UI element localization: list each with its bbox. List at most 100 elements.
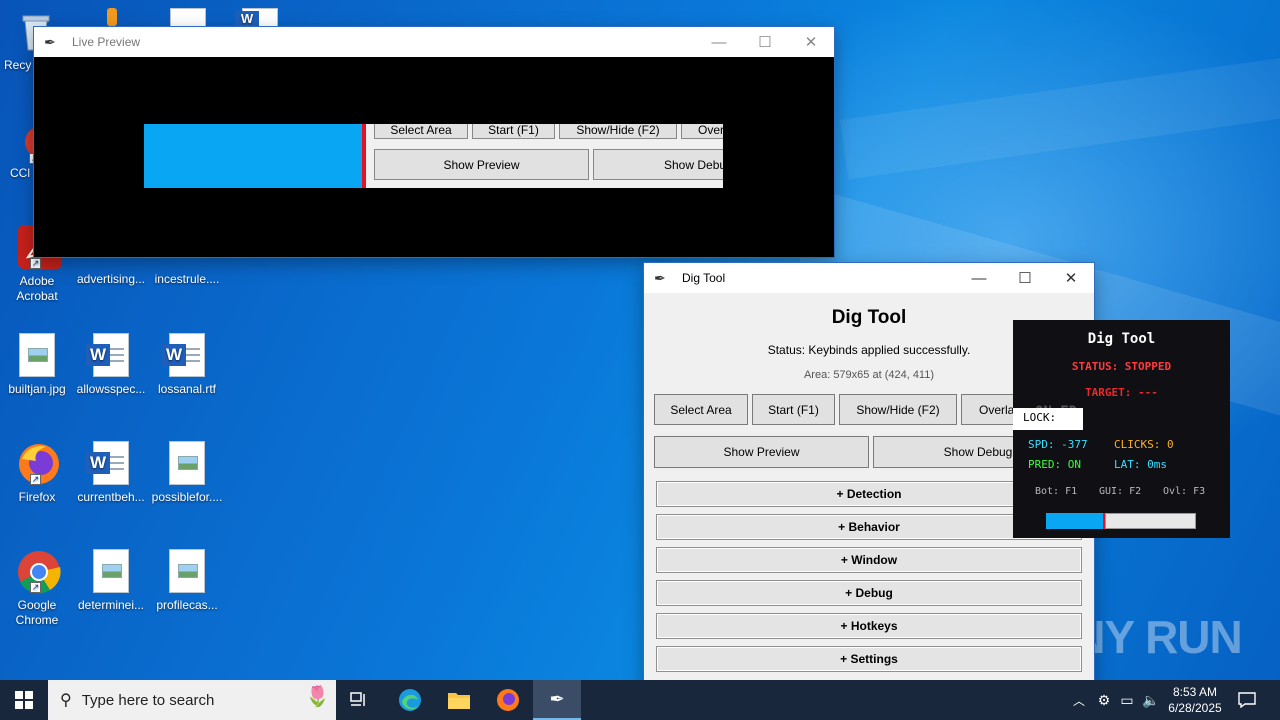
edge-icon [399,689,421,711]
preview-show-debug-button: Show Debu [593,149,723,180]
start-button[interactable]: Start (F1) [752,394,835,425]
overlay-ovl-hotkey: Ovl: F3 [1163,486,1206,497]
start-button[interactable] [0,680,48,720]
desktop-icon-label: currentbeh... [77,490,145,504]
taskbar-search-box[interactable]: ⚲ Type here to search 🌷 [48,680,336,720]
task-view-button[interactable] [336,680,384,720]
show-hide-button[interactable]: Show/Hide (F2) [839,394,957,425]
preview-select-area-button: Select Area [374,124,468,139]
preview-overlay-button: Over [681,124,723,139]
firefox-icon: ↗ [16,441,59,487]
shortcut-arrow-icon: ↗ [30,474,41,485]
overlay-gui-hotkey: GUI: F2 [1099,486,1142,497]
overlay-prediction: PRED: ON [1028,458,1081,471]
minimize-button[interactable]: — [696,27,742,57]
window-title: Live Preview [72,35,141,49]
desktop-icon-profilecas[interactable]: profilecas... [149,549,225,613]
folder-icon [448,693,470,709]
tray-network[interactable]: ▭ [1116,680,1138,720]
overlay-target: TARGET: --- [1085,386,1158,399]
chrome-icon: ↗ [16,549,61,595]
search-highlight-flowers-icon: 🌷 [305,686,330,708]
overlay-preview-bar [1046,513,1103,529]
wallpaper-beam [840,53,1280,180]
maximize-button[interactable]: ☐ [742,27,788,57]
dig-tool-overlay: Dig Tool STATUS: STOPPED TARGET: --- ON … [1013,320,1230,538]
taskbar-clock[interactable]: 8:53 AM 6/28/2025 [1164,680,1226,720]
dig-tool-titlebar[interactable]: ✒ Dig Tool — ☐ ✕ [644,263,1094,293]
feather-icon: ✒ [549,688,565,709]
task-view-icon [350,692,365,706]
desktop-icon-incestrule[interactable]: incestrule.... [149,262,225,287]
preview-show-hide-button: Show/Hide (F2) [559,124,677,139]
clock-date: 6/28/2025 [1168,701,1222,715]
show-preview-button[interactable]: Show Preview [654,436,869,468]
desktop-icon-partial[interactable] [150,8,226,28]
windows-logo-icon [15,691,33,709]
image-file-icon [169,549,205,593]
taskbar-firefox[interactable] [484,680,532,720]
image-file-icon [93,549,129,593]
section-debug[interactable]: + Debug [656,580,1082,606]
desktop-icon-firefox[interactable]: ↗ Firefox [0,441,75,505]
tray-app-icon[interactable]: ⚙ [1093,680,1115,720]
desktop-icon-google-chrome[interactable]: ↗ Google Chrome [0,549,75,628]
overlay-status: STATUS: STOPPED [1071,360,1172,373]
preview-captured-panel: Select Area Start (F1) Show/Hide (F2) Ov… [366,124,723,188]
tray-overflow-button[interactable]: ︿ [1068,680,1090,720]
feather-icon: ✒ [44,33,56,50]
overlay-preview-thumbnail [1105,513,1196,529]
desktop-icon-possiblefor[interactable]: possiblefor.... [149,441,225,505]
desktop-icon-partial[interactable]: W [222,8,298,28]
section-settings[interactable]: + Settings [656,646,1082,672]
desktop-icon-allowsspec[interactable]: W allowsspec... [73,333,149,397]
desktop-icon-label: advertising... [76,272,146,286]
desktop-icon-currentbeh[interactable]: W currentbeh... [73,441,149,505]
preview-progress-fill [144,124,362,188]
taskbar-dig-tool[interactable]: ✒ [533,680,581,720]
desktop-icon-builtjan[interactable]: builtjan.jpg [0,333,75,397]
close-button[interactable]: ✕ [1048,263,1094,293]
section-hotkeys[interactable]: + Hotkeys [656,613,1082,639]
desktop-icon-label: Google Chrome [15,598,59,627]
installer-icon [107,8,117,26]
desktop-icon-label: determinei... [77,598,145,612]
minimize-button[interactable]: — [956,263,1002,293]
word-document-icon: W [86,333,129,377]
desktop-icon-label: profilecas... [156,598,218,612]
network-icon: ▭ [1120,691,1134,708]
taskbar: ⚲ Type here to search 🌷 ✒ ︿ ⚙ ▭ 🔈 8:53 A… [0,680,1280,720]
desktop-icon-label: allowsspec... [76,382,146,396]
select-area-button[interactable]: Select Area [654,394,748,425]
desktop-icon-lossanal[interactable]: W lossanal.rtf [149,333,225,397]
desktop-icon-partial[interactable] [74,8,150,26]
live-preview-titlebar[interactable]: ✒ Live Preview — ☐ ✕ [34,27,834,57]
desktop-icon-label: possiblefor.... [151,490,223,504]
preview-start-button: Start (F1) [472,124,555,139]
image-file-icon [19,333,55,377]
live-preview-window[interactable]: ✒ Live Preview — ☐ ✕ Select Area Start (… [34,27,834,257]
overlay-clicks: CLICKS: 0 [1114,438,1174,451]
word-document-icon: W [86,441,129,485]
close-button[interactable]: ✕ [788,27,834,57]
maximize-button[interactable]: ☐ [1002,263,1048,293]
overlay-lock: LOCK: [1023,411,1057,424]
word-document-icon: W [162,333,205,377]
document-icon [170,8,206,28]
overlay-title: Dig Tool [1087,331,1156,347]
desktop-icon-label: Recy [4,58,32,72]
section-window[interactable]: + Window [656,547,1082,573]
desktop-icon-label: Firefox [18,490,56,504]
tray-volume[interactable]: 🔈 [1140,680,1162,720]
search-icon: ⚲ [60,692,72,709]
desktop-icon-label: CCl [10,166,30,180]
firefox-icon [497,689,519,711]
taskbar-edge[interactable] [386,680,434,720]
action-center-button[interactable] [1230,680,1264,720]
desktop-icon-advertising[interactable]: advertising... [73,262,149,287]
overlay-latency: LAT: 0ms [1114,458,1167,471]
taskbar-file-explorer[interactable] [435,680,483,720]
overlay-speed: SPD: -377 [1028,438,1088,451]
window-title: Dig Tool [682,271,726,285]
desktop-icon-determinei[interactable]: determinei... [73,549,149,613]
